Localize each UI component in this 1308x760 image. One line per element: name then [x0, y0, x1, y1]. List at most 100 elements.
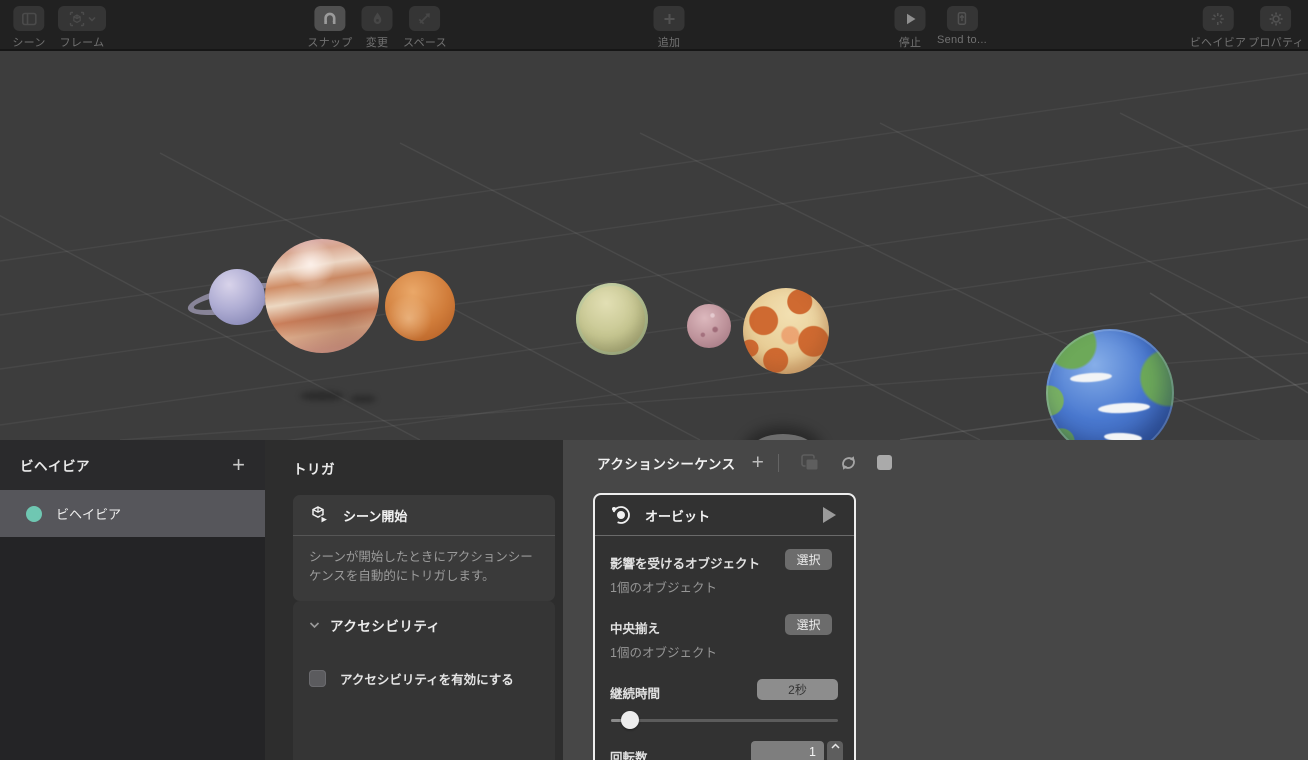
add-label: 追加: [657, 37, 681, 49]
accessibility-section: アクセシビリティ アクセシビリティを有効にする: [293, 601, 555, 760]
orbit-action-label: オービット: [645, 508, 711, 524]
snap-button[interactable]: [314, 6, 346, 31]
send-to-button[interactable]: [946, 6, 978, 31]
behavior-list-item[interactable]: ビヘイビア: [0, 490, 265, 537]
behavior-color-dot: [26, 505, 42, 522]
chevron-down-icon: [87, 16, 96, 22]
chevron-up-icon: [830, 743, 840, 749]
modify-tool[interactable]: 変更: [361, 6, 393, 50]
scene-label: シーン: [12, 37, 46, 49]
trigger-panel: トリガ シーン開始 シーンが開始したときにアクションシーケンスを自動的にトリガし…: [265, 440, 563, 760]
accessibility-checkbox-label: アクセシビリティを有効にする: [340, 673, 514, 687]
droplet-pin-icon: [373, 12, 381, 24]
frame-cube-icon: [69, 11, 84, 26]
scene-tool[interactable]: シーン: [12, 6, 45, 50]
frame-button[interactable]: [58, 6, 106, 31]
pink-planet[interactable]: [687, 304, 731, 348]
cloud: [1097, 401, 1151, 415]
sidebar-layout-icon: [21, 12, 37, 25]
stop-tool[interactable]: 停止: [894, 6, 926, 50]
center-align-label: 中央揃え: [610, 622, 661, 636]
cloud: [1103, 432, 1143, 440]
play-action-button[interactable]: [823, 507, 836, 523]
properties-tool[interactable]: プロパティ: [1248, 6, 1304, 50]
saturn-planet[interactable]: [209, 269, 265, 325]
duplicate-sequence-button[interactable]: [800, 453, 820, 472]
orbit-icon: [612, 506, 630, 524]
behaviors-panel-title: ビヘイビア: [20, 459, 90, 474]
duration-slider[interactable]: [611, 711, 838, 729]
behaviors-label: ビヘイビア: [1189, 37, 1247, 49]
affected-objects-count: 1個のオブジェクト: [610, 581, 717, 595]
stop-preview-button[interactable]: [876, 455, 892, 470]
center-align-select-button[interactable]: 選択: [785, 614, 832, 635]
behaviors-panel-header: ビヘイビア +: [0, 440, 265, 490]
jupiter-planet[interactable]: [265, 239, 379, 353]
modify-button[interactable]: [361, 6, 393, 31]
chevron-down-icon: [309, 622, 320, 629]
stop-button[interactable]: [894, 6, 926, 31]
gear-icon: [1269, 12, 1283, 25]
frame-tool[interactable]: フレーム: [58, 6, 106, 50]
reality-composer-window: シーン フレーム スナップ 変更 スペース 追加 停止 Send to... ビ…: [0, 0, 1308, 760]
add-action-button[interactable]: +: [752, 452, 764, 473]
loop-toggle-button[interactable]: [838, 454, 859, 472]
sparkle-icon: [1212, 12, 1224, 25]
mottled-planet[interactable]: [743, 288, 829, 374]
space-label: スペース: [403, 37, 447, 49]
action-panel-header: アクションシーケンス +: [597, 452, 901, 473]
scene-start-trigger-card[interactable]: シーン開始 シーンが開始したときにアクションシーケンスを自動的にトリガします。: [293, 495, 555, 601]
affected-objects-select-button[interactable]: 選択: [785, 549, 832, 570]
properties-label: プロパティ: [1248, 37, 1304, 49]
cloud: [1069, 371, 1113, 384]
behaviors-editor: ビヘイビア + ビヘイビア トリガ シーン開始 シーンが開始したときにアクション…: [0, 440, 1308, 760]
rotations-stepper[interactable]: [827, 741, 843, 760]
space-button[interactable]: [409, 6, 441, 31]
accessibility-header[interactable]: アクセシビリティ: [293, 601, 555, 635]
slider-track[interactable]: [611, 719, 838, 722]
rotations-value-field[interactable]: 1: [751, 741, 824, 760]
trigger-panel-title: トリガ: [293, 462, 335, 477]
space-tool[interactable]: スペース: [403, 6, 447, 50]
frame-label: フレーム: [59, 37, 105, 49]
rotations-label: 回転数: [610, 751, 648, 760]
properties-button[interactable]: [1260, 6, 1292, 31]
scene-start-icon: [312, 506, 330, 525]
planet-shadow: [300, 391, 344, 401]
scene-start-label: シーン開始: [343, 508, 408, 524]
magnet-icon: [324, 12, 336, 24]
stop-label: 停止: [898, 37, 922, 49]
move-arrow-icon: [419, 13, 431, 25]
accessibility-checkbox[interactable]: [309, 670, 326, 687]
divider: [777, 453, 779, 472]
add-button[interactable]: [653, 6, 685, 31]
add-behavior-button[interactable]: +: [232, 454, 245, 476]
stop-square-icon: [876, 455, 892, 470]
viewport-3d[interactable]: [0, 53, 1308, 440]
accessibility-checkbox-row[interactable]: アクセシビリティを有効にする: [293, 635, 555, 688]
behaviors-panel: ビヘイビア + ビヘイビア: [0, 440, 265, 760]
action-panel-title: アクションシーケンス: [597, 456, 736, 472]
action-sequence-panel: アクションシーケンス + オービット 影響を受けるオブジェクト 選択 1個のオブ…: [563, 440, 1308, 760]
stacked-cards-icon: [801, 454, 819, 471]
orbit-action-card[interactable]: オービット 影響を受けるオブジェクト 選択 1個のオブジェクト 中央揃え 選択 …: [593, 493, 856, 760]
slider-thumb[interactable]: [621, 711, 639, 729]
snap-tool[interactable]: スナップ: [307, 6, 352, 50]
sparkle-icon-button[interactable]: [1202, 6, 1234, 31]
duration-value-button[interactable]: 2秒: [757, 679, 838, 700]
center-align-count: 1個のオブジェクト: [610, 646, 717, 660]
orange-planet[interactable]: [385, 271, 455, 341]
behavior-item-label: ビヘイビア: [56, 507, 122, 522]
planet-shadow: [350, 395, 376, 403]
orbit-card-header[interactable]: オービット: [595, 495, 854, 536]
affected-objects-label: 影響を受けるオブジェクト: [610, 557, 761, 571]
venus-planet[interactable]: [576, 283, 648, 355]
plus-icon: [664, 13, 674, 24]
scene-button[interactable]: [13, 6, 45, 31]
behaviors-tool[interactable]: ビヘイビア: [1190, 6, 1247, 50]
loop-icon: [842, 455, 855, 470]
scene-start-header[interactable]: シーン開始: [293, 495, 555, 536]
send-to-tool[interactable]: Send to...: [937, 6, 987, 46]
snap-label: スナップ: [307, 37, 353, 49]
add-tool[interactable]: 追加: [653, 6, 685, 50]
